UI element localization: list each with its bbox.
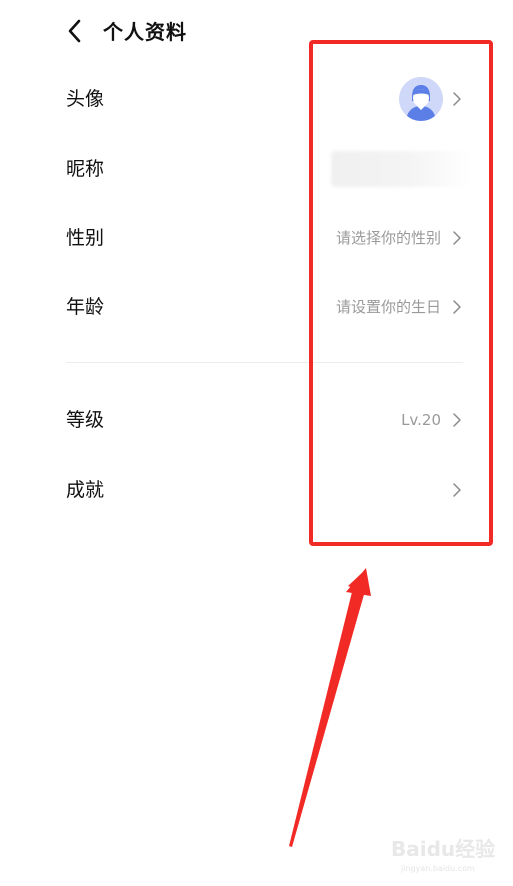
row-label-nickname: 昵称 <box>66 158 105 180</box>
row-label-gender: 性别 <box>66 227 105 249</box>
gender-value: 请选择你的性别 <box>335 229 441 247</box>
row-avatar[interactable]: 头像 <box>0 68 513 130</box>
row-achievement[interactable]: 成就 <box>0 459 513 521</box>
chevron-right-icon <box>451 91 463 107</box>
back-button[interactable] <box>60 16 90 46</box>
row-label-achievement: 成就 <box>66 479 105 501</box>
watermark-url: jingyan.baidu.com <box>401 864 475 873</box>
chevron-right-icon <box>451 482 463 498</box>
nickname-value-blurred <box>331 151 471 187</box>
row-gender[interactable]: 性别 请选择你的性别 <box>0 207 513 269</box>
avatar <box>399 77 443 121</box>
age-value: 请设置你的生日 <box>335 298 441 316</box>
chevron-left-icon <box>68 19 81 43</box>
row-age[interactable]: 年龄 请设置你的生日 <box>0 276 513 338</box>
watermark: Baidu经验 jingyan.baidu.com <box>391 836 495 880</box>
row-label-age: 年龄 <box>66 296 105 318</box>
level-value: Lv.20 <box>401 411 441 429</box>
row-label-level: 等级 <box>66 409 105 431</box>
watermark-text: Baidu经验 <box>391 837 496 861</box>
section-divider <box>66 362 463 363</box>
user-avatar-icon <box>399 77 443 121</box>
header-bar: 个人资料 <box>0 0 513 64</box>
chevron-right-icon <box>451 230 463 246</box>
chevron-right-icon <box>451 412 463 428</box>
page-title: 个人资料 <box>103 20 187 44</box>
row-nickname[interactable]: 昵称 <box>0 138 513 200</box>
row-label-avatar: 头像 <box>66 88 105 110</box>
chevron-right-icon <box>451 299 463 315</box>
row-level[interactable]: 等级 Lv.20 <box>0 389 513 451</box>
